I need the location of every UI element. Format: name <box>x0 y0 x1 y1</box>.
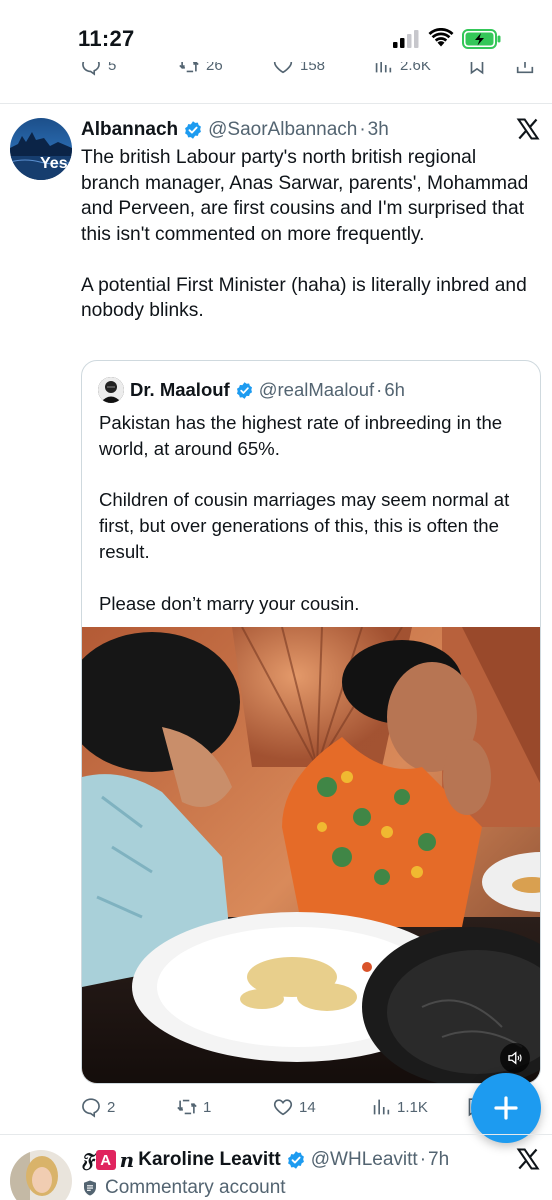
like-count: 14 <box>299 1098 316 1116</box>
shield-icon <box>84 1180 96 1196</box>
reply-icon <box>82 1098 100 1118</box>
verified-icon <box>185 121 202 139</box>
avatar[interactable]: Yes <box>10 118 72 180</box>
separator-dot: · <box>419 1149 427 1170</box>
prev-views-count: 2.6K <box>400 62 431 74</box>
tweet-text: The british Labour party's north british… <box>81 147 529 321</box>
retweet-button[interactable]: 1 <box>176 1096 211 1118</box>
retweet-icon <box>179 62 199 73</box>
prev-retweet-button[interactable]: 26 <box>178 62 223 76</box>
next-tweet-time[interactable]: 7h <box>428 1149 449 1171</box>
prev-reply-button[interactable]: 5 <box>80 62 116 76</box>
account-label[interactable]: Commentary account <box>81 1176 286 1200</box>
bookmark-icon <box>470 62 484 75</box>
prev-retweet-count: 26 <box>206 62 223 74</box>
quoted-header: Dr. Maalouf @realMaalouf · 6h <box>130 378 405 402</box>
views-button[interactable]: 1.1K <box>370 1096 428 1118</box>
avatar-image: Yes <box>10 118 72 180</box>
views-icon <box>373 1099 390 1115</box>
next-avatar-image <box>10 1150 72 1200</box>
fraktur-badge: 𝔉 <box>81 1148 94 1172</box>
quoted-tweet-text: Pakistan has the highest rate of inbreed… <box>99 412 510 614</box>
tweet-actions: 2 1 14 1.1K <box>0 1096 552 1122</box>
prev-bookmark-button[interactable] <box>466 62 488 76</box>
name-badges: 𝔉 A n <box>81 1148 134 1172</box>
next-author-name[interactable]: Karoline Leavitt <box>138 1149 281 1171</box>
account-label-text: Commentary account <box>105 1177 286 1198</box>
separator-dot: · <box>376 379 383 400</box>
battery-charging-icon <box>462 29 501 49</box>
share-icon <box>516 62 534 74</box>
prev-views-button[interactable]: 2.6K <box>372 62 431 76</box>
like-button[interactable]: 14 <box>272 1096 316 1118</box>
mute-button[interactable] <box>500 1043 530 1073</box>
reply-count: 2 <box>107 1098 116 1116</box>
quoted-tweet-time[interactable]: 6h <box>384 379 405 401</box>
tweet-header: Albannach @SaorAlbannach · 3h <box>81 118 389 142</box>
like-icon <box>273 62 293 74</box>
reply-button[interactable]: 2 <box>80 1096 115 1118</box>
separator-dot: · <box>359 119 366 140</box>
x-logo-icon[interactable] <box>516 117 540 141</box>
author-name[interactable]: Albannach <box>81 119 178 141</box>
views-count: 1.1K <box>397 1098 428 1116</box>
quoted-avatar-image <box>98 377 124 403</box>
previous-tweet-actions: 5 26 158 2.6K <box>0 62 552 86</box>
author-handle[interactable]: @SaorAlbannach <box>208 119 357 141</box>
quoted-author-name[interactable]: Dr. Maalouf <box>130 379 230 401</box>
quoted-avatar[interactable] <box>98 377 124 403</box>
prev-share-button[interactable] <box>514 62 536 76</box>
video-frame <box>82 627 540 1083</box>
prev-like-button[interactable]: 158 <box>272 62 325 76</box>
wifi-icon <box>428 28 454 47</box>
next-author-handle[interactable]: @WHLeavitt <box>311 1149 418 1171</box>
reply-icon <box>82 62 100 76</box>
quoted-tweet-card[interactable]: Dr. Maalouf @realMaalouf · 6h Pakistan h… <box>81 360 541 1084</box>
retweet-icon <box>177 1099 197 1115</box>
avatar-text: Yes <box>40 155 68 172</box>
next-avatar[interactable] <box>10 1150 72 1200</box>
tweet-time[interactable]: 3h <box>368 119 389 141</box>
next-tweet-header: 𝔉 A n Karoline Leavitt @WHLeavitt · 7h <box>81 1148 449 1172</box>
prev-like-count: 158 <box>300 62 326 74</box>
italic-n-badge: n <box>119 1148 135 1172</box>
divider <box>0 1134 552 1135</box>
compose-button[interactable] <box>471 1073 541 1143</box>
quoted-video[interactable] <box>82 627 540 1083</box>
prev-reply-count: 5 <box>108 62 117 74</box>
divider <box>0 103 552 104</box>
compose-icon <box>494 1096 518 1120</box>
quoted-author-handle[interactable]: @realMaalouf <box>259 379 374 401</box>
views-icon <box>375 62 392 73</box>
retweet-count: 1 <box>203 1098 212 1116</box>
like-icon <box>273 1099 293 1116</box>
mute-icon <box>508 1051 522 1065</box>
verified-icon <box>287 1151 304 1169</box>
status-time: 11:27 <box>78 26 135 51</box>
verified-icon <box>236 381 252 399</box>
x-logo-icon[interactable] <box>516 1147 540 1171</box>
signal-icon <box>393 30 419 48</box>
red-a-badge: A <box>95 1150 116 1170</box>
